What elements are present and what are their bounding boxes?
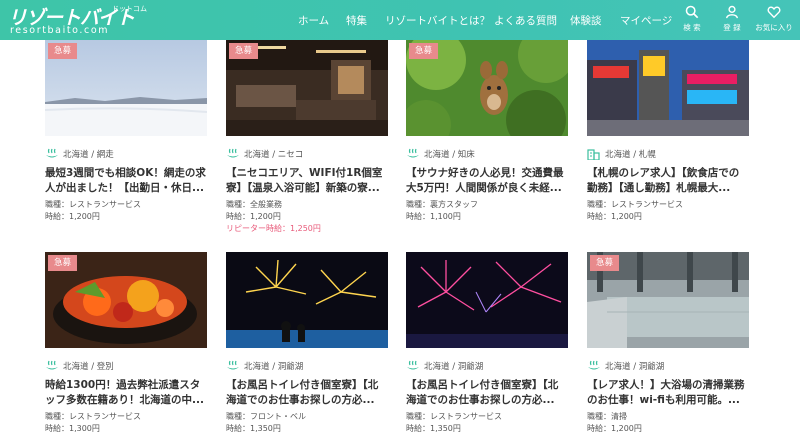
search-icon xyxy=(685,5,699,19)
job-type: 職種：全般業務 xyxy=(226,200,282,209)
job-location: 北海道 / 札幌 xyxy=(587,148,749,160)
hourly-wage: 時給：1,100円 xyxy=(406,212,461,221)
job-title[interactable]: 【お風呂トイレ付き個室寮】【北海道でのお仕事お探しの方必... xyxy=(226,378,388,408)
job-type: 職種：レストランサービス xyxy=(406,412,502,421)
site-header: リゾートバイト ドットコム resortbaito.com ホーム 特集 リゾー… xyxy=(0,0,800,40)
hourly-wage: 時給：1,300円 xyxy=(45,424,100,433)
job-photo-seafood-bowl[interactable]: 急募 xyxy=(45,252,207,348)
location-text: 北海道 / 知床 xyxy=(424,150,475,160)
job-photo-fireworks-pink[interactable] xyxy=(406,252,568,348)
job-location: 北海道 / 洞爺湖 xyxy=(587,360,749,372)
onsen-icon xyxy=(227,148,239,158)
hourly-wage: 時給：1,350円 xyxy=(226,424,281,433)
register-button[interactable]: 登 録 xyxy=(712,5,752,33)
nav-stories[interactable]: 体験談 xyxy=(570,13,602,28)
onsen-icon xyxy=(407,148,419,158)
job-photo-lounge[interactable]: 急募 xyxy=(226,40,388,136)
hourly-wage: 時給：1,200円 xyxy=(226,212,281,221)
onsen-icon xyxy=(407,360,419,370)
job-location: 北海道 / 網走 xyxy=(45,148,207,160)
job-location: 北海道 / ニセコ xyxy=(226,148,388,160)
location-text: 北海道 / 網走 xyxy=(63,150,114,160)
job-title[interactable]: 【お風呂トイレ付き個室寮】【北海道でのお仕事お探しの方必... xyxy=(406,378,568,408)
location-text: 北海道 / 洞爺湖 xyxy=(244,362,304,372)
job-type: 職種：清掃 xyxy=(587,412,627,421)
building-icon xyxy=(587,149,600,160)
register-label: 登 録 xyxy=(723,23,741,32)
job-card[interactable]: 急募 北海道 / 登別 時給1300円！過去弊社派遣スタッフ多数在籍あり！北海道… xyxy=(45,252,207,435)
job-title[interactable]: 【サウナ好きの人必見！交通費最大5万円！人間関係が良く未経... xyxy=(406,166,568,196)
onsen-icon xyxy=(227,360,239,370)
urgent-badge: 急募 xyxy=(229,43,259,59)
hourly-wage: 時給：1,200円 xyxy=(587,212,642,221)
job-type: 職種：レストランサービス xyxy=(45,200,141,209)
hourly-wage: 時給：1,200円 xyxy=(587,424,642,433)
job-photo-sapporo-city[interactable] xyxy=(587,40,749,136)
job-photo-snowfield[interactable]: 急募 xyxy=(45,40,207,136)
site-logo[interactable]: リゾートバイト ドットコム resortbaito.com xyxy=(8,3,158,37)
location-text: 北海道 / 洞爺湖 xyxy=(605,362,665,372)
urgent-badge: 急募 xyxy=(48,255,78,271)
location-text: 北海道 / 登別 xyxy=(63,362,114,372)
hourly-wage: 時給：1,200円 xyxy=(45,212,100,221)
job-card[interactable]: 急募 北海道 / 洞爺湖 【レア求人！】大浴場の清掃業務のお仕事！wi-fiも利… xyxy=(587,252,749,435)
nav-mypage[interactable]: マイページ xyxy=(620,13,672,28)
job-card[interactable]: 北海道 / 札幌 【札幌のレア求人】【飲食店での勤務】【通し勤務】札幌最大...… xyxy=(587,40,749,223)
hourly-wage: 時給：1,350円 xyxy=(406,424,461,433)
job-type: 職種：レストランサービス xyxy=(45,412,141,421)
job-title[interactable]: 【ニセコエリア、WIFI付1R個室寮】【温泉入浴可能】新築の寮... xyxy=(226,166,388,196)
logo-subtext: resortbaito.com xyxy=(10,25,110,36)
urgent-badge: 急募 xyxy=(409,43,439,59)
job-card[interactable]: 北海道 / 洞爺湖 【お風呂トイレ付き個室寮】【北海道でのお仕事お探しの方必..… xyxy=(406,252,568,435)
job-card[interactable]: 急募 北海道 / 網走 最短3週間でも相談OK！網走の求人が出ました！【出勤日・… xyxy=(45,40,207,223)
nav-faq[interactable]: よくある質問 xyxy=(494,13,557,28)
job-title[interactable]: 【レア求人！】大浴場の清掃業務のお仕事！wi-fiも利用可能。... xyxy=(587,378,749,408)
job-photo-deer[interactable]: 急募 xyxy=(406,40,568,136)
job-title[interactable]: 時給1300円！過去弊社派遣スタッフ多数在籍あり！北海道の中... xyxy=(45,378,207,408)
onsen-icon xyxy=(46,148,58,158)
nav-home[interactable]: ホーム xyxy=(298,13,329,28)
onsen-icon xyxy=(588,360,600,370)
search-label: 検 索 xyxy=(683,23,701,32)
location-text: 北海道 / 洞爺湖 xyxy=(424,362,484,372)
job-type: 職種：フロント・ベル xyxy=(226,412,306,421)
favorites-button[interactable]: お気に入り xyxy=(754,5,794,33)
favorites-label: お気に入り xyxy=(755,23,793,32)
job-location: 北海道 / 洞爺湖 xyxy=(226,360,388,372)
nav-features[interactable]: 特集 xyxy=(346,13,367,28)
search-button[interactable]: 検 索 xyxy=(672,5,712,33)
heart-icon xyxy=(767,6,781,19)
job-card[interactable]: 急募 北海道 / ニセコ 【ニセコエリア、WIFI付1R個室寮】【温泉入浴可能】… xyxy=(226,40,388,235)
job-card[interactable]: 北海道 / 洞爺湖 【お風呂トイレ付き個室寮】【北海道でのお仕事お探しの方必..… xyxy=(226,252,388,435)
onsen-icon xyxy=(46,360,58,370)
job-location: 北海道 / 登別 xyxy=(45,360,207,372)
job-photo-fireworks-gold[interactable] xyxy=(226,252,388,348)
location-text: 北海道 / 札幌 xyxy=(605,150,656,160)
location-text: 北海道 / ニセコ xyxy=(244,150,304,160)
urgent-badge: 急募 xyxy=(590,255,620,271)
job-type: 職種：裏方スタッフ xyxy=(406,200,478,209)
user-icon xyxy=(726,5,738,19)
job-location: 北海道 / 知床 xyxy=(406,148,568,160)
repeater-wage: リピーター時給：1,250円 xyxy=(226,224,321,233)
job-card[interactable]: 急募 北海道 / 知床 【サウナ好きの人必見！交通費最大5万円！人間関係が良く未… xyxy=(406,40,568,223)
job-photo-bath-hall[interactable]: 急募 xyxy=(587,252,749,348)
job-type: 職種：レストランサービス xyxy=(587,200,683,209)
job-location: 北海道 / 洞爺湖 xyxy=(406,360,568,372)
job-title[interactable]: 最短3週間でも相談OK！網走の求人が出ました！【出勤日・休日... xyxy=(45,166,207,196)
urgent-badge: 急募 xyxy=(48,43,78,59)
nav-about[interactable]: リゾートバイトとは？ xyxy=(385,13,490,28)
job-title[interactable]: 【札幌のレア求人】【飲食店での勤務】【通し勤務】札幌最大... xyxy=(587,166,749,196)
logo-ruby: ドットコム xyxy=(112,5,147,13)
